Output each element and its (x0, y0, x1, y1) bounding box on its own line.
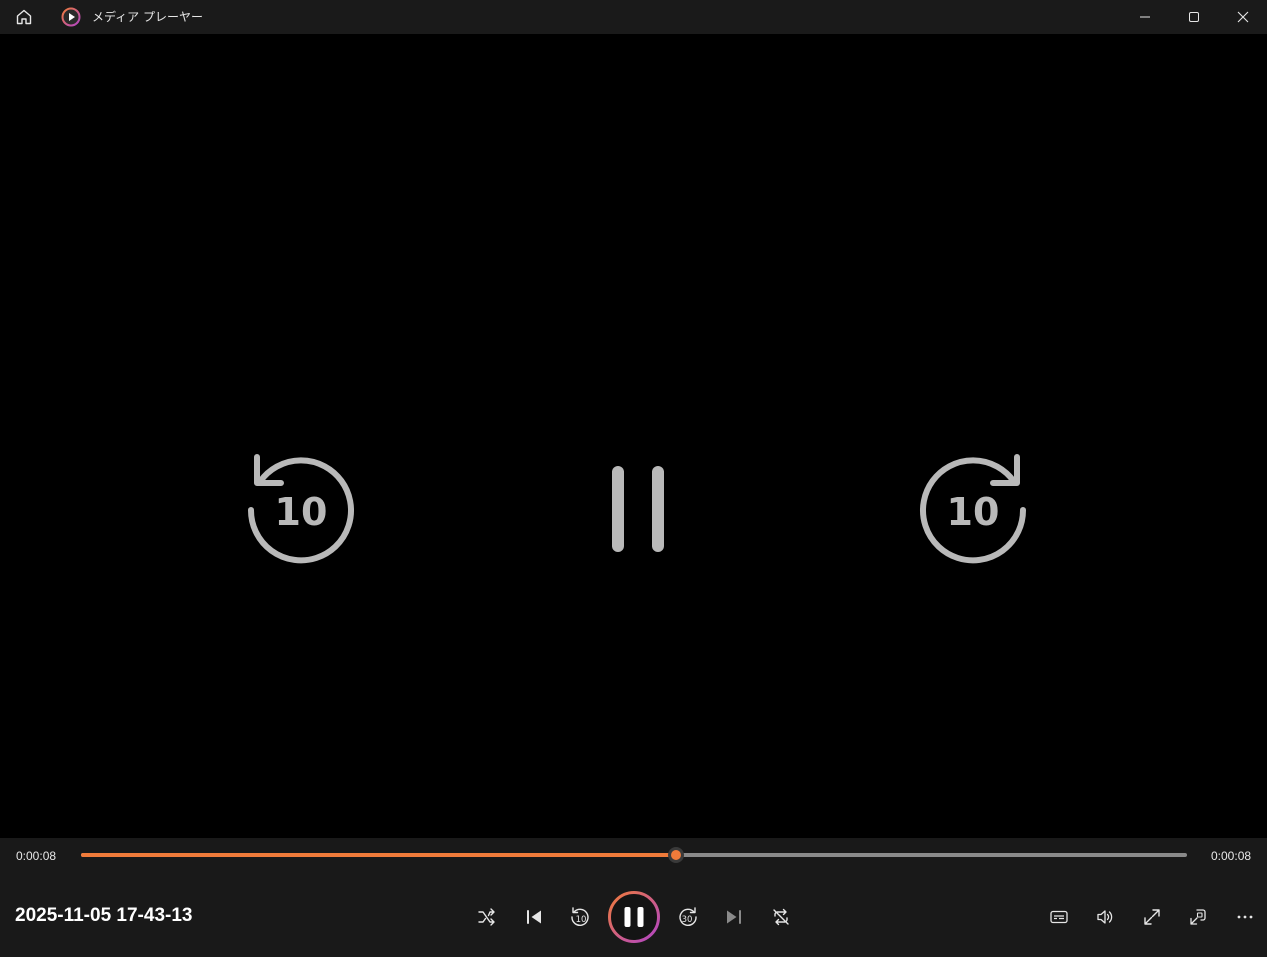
skip-back-10-icon: 10 (571, 907, 589, 926)
shuffle-button[interactable] (469, 899, 505, 935)
repeat-button[interactable] (763, 899, 799, 935)
total-duration: 0:00:08 (1211, 849, 1252, 863)
overlay-skip-back-icon: 10 (247, 454, 354, 564)
skip-forward-button[interactable]: 30 (670, 899, 706, 935)
overlay-pause-icon (612, 466, 664, 552)
more-options-icon (1237, 915, 1253, 919)
overlay-skip-forward-button[interactable]: 10 (910, 450, 1036, 570)
shuffle-icon (478, 908, 495, 926)
seek-bar-thumb[interactable] (668, 847, 685, 863)
home-icon (16, 9, 32, 25)
media-title: 2025-11-05 17-43-13 (15, 905, 193, 926)
pause-icon (608, 891, 660, 943)
elapsed-time: 0:00:08 (16, 849, 57, 863)
overlay-skip-forward-icon: 10 (920, 454, 1027, 564)
seek-bar-thumb-dot (671, 850, 682, 860)
overlay-skip-forward-label: 10 (947, 490, 1000, 534)
previous-button[interactable] (516, 899, 552, 935)
maximize-icon (1189, 12, 1199, 22)
maximize-button[interactable] (1171, 0, 1217, 34)
seek-bar[interactable] (81, 847, 1187, 863)
volume-button[interactable] (1087, 899, 1123, 935)
close-icon (1237, 11, 1249, 23)
repeat-off-icon (773, 908, 789, 926)
next-track-icon (727, 910, 741, 924)
skip-forward-label: 30 (682, 915, 693, 925)
overlay-pause-button[interactable] (604, 462, 672, 556)
minimize-icon (1140, 16, 1150, 18)
more-options-button[interactable] (1227, 899, 1263, 935)
captions-button[interactable] (1041, 899, 1077, 935)
next-button[interactable] (716, 899, 752, 935)
title-bar: メディア プレーヤー (0, 0, 1267, 34)
home-button[interactable] (10, 5, 38, 29)
play-pause-button[interactable] (607, 890, 661, 944)
fullscreen-button[interactable] (1134, 899, 1170, 935)
mini-player-button[interactable] (1180, 899, 1216, 935)
overlay-skip-back-label: 10 (275, 490, 328, 534)
fullscreen-icon (1144, 909, 1160, 925)
media-player-app-icon (61, 7, 81, 27)
skip-forward-30-icon: 30 (679, 907, 697, 926)
video-area[interactable]: 10 10 (0, 34, 1267, 838)
window-title: メディア プレーヤー (92, 10, 203, 24)
close-button[interactable] (1220, 0, 1266, 34)
previous-track-icon (527, 910, 541, 924)
skip-back-label: 10 (576, 915, 587, 925)
captions-icon (1050, 910, 1068, 924)
mini-player-icon (1190, 909, 1206, 925)
volume-icon (1097, 910, 1113, 924)
skip-back-button[interactable]: 10 (562, 899, 598, 935)
minimize-button[interactable] (1122, 0, 1168, 34)
overlay-skip-back-button[interactable]: 10 (238, 450, 364, 570)
seek-bar-progress (81, 853, 677, 857)
control-bar: 0:00:08 0:00:08 2025-11-05 17-43-13 10 3… (0, 838, 1267, 957)
